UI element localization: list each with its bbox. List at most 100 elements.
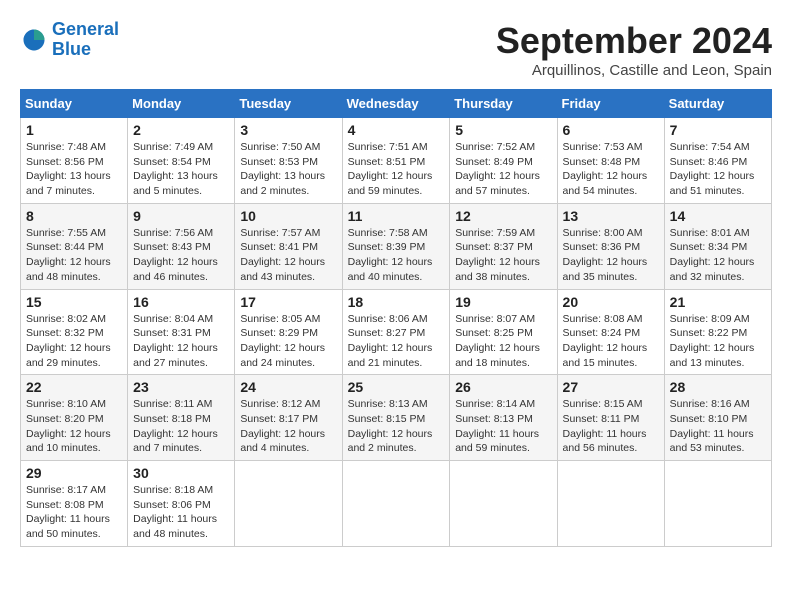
- day-number: 16: [133, 294, 229, 310]
- calendar-cell: 1 Sunrise: 7:48 AM Sunset: 8:56 PM Daylig…: [21, 118, 128, 204]
- day-header-wednesday: Wednesday: [342, 90, 450, 118]
- calendar-week-5: 29 Sunrise: 8:17 AM Sunset: 8:08 PM Dayli…: [21, 461, 772, 547]
- day-number: 23: [133, 379, 229, 395]
- day-number: 7: [670, 122, 766, 138]
- calendar-cell: 24 Sunrise: 8:12 AM Sunset: 8:17 PM Dayli…: [235, 375, 342, 461]
- calendar-cell: 22 Sunrise: 8:10 AM Sunset: 8:20 PM Dayli…: [21, 375, 128, 461]
- day-info: Sunrise: 8:16 AM Sunset: 8:10 PM Dayligh…: [670, 397, 766, 456]
- logo: General Blue: [20, 20, 119, 60]
- calendar-cell: 30 Sunrise: 8:18 AM Sunset: 8:06 PM Dayli…: [128, 461, 235, 547]
- calendar-week-4: 22 Sunrise: 8:10 AM Sunset: 8:20 PM Dayli…: [21, 375, 772, 461]
- calendar-cell: 9Sunrise: 7:56 AM Sunset: 8:43 PM Daylig…: [128, 203, 235, 289]
- day-number: 22: [26, 379, 122, 395]
- calendar-cell: 26 Sunrise: 8:14 AM Sunset: 8:13 PM Dayli…: [450, 375, 557, 461]
- day-number: 5: [455, 122, 551, 138]
- calendar-table: SundayMondayTuesdayWednesdayThursdayFrid…: [20, 89, 772, 547]
- day-number: 11: [348, 208, 445, 224]
- day-number: 30: [133, 465, 229, 481]
- day-number: 15: [26, 294, 122, 310]
- day-header-tuesday: Tuesday: [235, 90, 342, 118]
- logo-line1: General: [52, 19, 119, 39]
- calendar-cell: 19 Sunrise: 8:07 AM Sunset: 8:25 PM Dayli…: [450, 289, 557, 375]
- calendar-cell: 16Sunrise: 8:04 AM Sunset: 8:31 PM Dayli…: [128, 289, 235, 375]
- day-info: Sunrise: 7:52 AM Sunset: 8:49 PM Dayligh…: [455, 140, 551, 199]
- day-number: 4: [348, 122, 445, 138]
- location-subtitle: Arquillinos, Castille and Leon, Spain: [496, 62, 772, 79]
- calendar-cell: 11 Sunrise: 7:58 AM Sunset: 8:39 PM Dayli…: [342, 203, 450, 289]
- calendar-cell: 20 Sunrise: 8:08 AM Sunset: 8:24 PM Dayli…: [557, 289, 664, 375]
- calendar-week-2: 8 Sunrise: 7:55 AM Sunset: 8:44 PM Daylig…: [21, 203, 772, 289]
- month-title: September 2024: [496, 20, 772, 62]
- day-number: 20: [563, 294, 659, 310]
- day-number: 10: [240, 208, 336, 224]
- calendar-cell: [450, 461, 557, 547]
- calendar-cell: 6Sunrise: 7:53 AM Sunset: 8:48 PM Daylig…: [557, 118, 664, 204]
- day-number: 1: [26, 122, 122, 138]
- day-number: 17: [240, 294, 336, 310]
- day-info: Sunrise: 7:56 AM Sunset: 8:43 PM Dayligh…: [133, 226, 229, 285]
- day-info: Sunrise: 7:49 AM Sunset: 8:54 PM Dayligh…: [133, 140, 229, 199]
- calendar-cell: 25 Sunrise: 8:13 AM Sunset: 8:15 PM Dayli…: [342, 375, 450, 461]
- calendar-cell: 29 Sunrise: 8:17 AM Sunset: 8:08 PM Dayli…: [21, 461, 128, 547]
- day-info: Sunrise: 8:17 AM Sunset: 8:08 PM Dayligh…: [26, 483, 122, 542]
- day-info: Sunrise: 8:02 AM Sunset: 8:32 PM Dayligh…: [26, 312, 122, 371]
- day-header-friday: Friday: [557, 90, 664, 118]
- calendar-cell: 7 Sunrise: 7:54 AM Sunset: 8:46 PM Daylig…: [664, 118, 771, 204]
- calendar-cell: 8 Sunrise: 7:55 AM Sunset: 8:44 PM Daylig…: [21, 203, 128, 289]
- day-header-thursday: Thursday: [450, 90, 557, 118]
- day-info: Sunrise: 8:08 AM Sunset: 8:24 PM Dayligh…: [563, 312, 659, 371]
- day-info: Sunrise: 8:12 AM Sunset: 8:17 PM Dayligh…: [240, 397, 336, 456]
- day-number: 24: [240, 379, 336, 395]
- calendar-cell: 17 Sunrise: 8:05 AM Sunset: 8:29 PM Dayli…: [235, 289, 342, 375]
- day-info: Sunrise: 7:51 AM Sunset: 8:51 PM Dayligh…: [348, 140, 445, 199]
- day-header-sunday: Sunday: [21, 90, 128, 118]
- calendar-cell: 2Sunrise: 7:49 AM Sunset: 8:54 PM Daylig…: [128, 118, 235, 204]
- day-info: Sunrise: 8:05 AM Sunset: 8:29 PM Dayligh…: [240, 312, 336, 371]
- day-number: 3: [240, 122, 336, 138]
- day-info: Sunrise: 7:54 AM Sunset: 8:46 PM Dayligh…: [670, 140, 766, 199]
- calendar-cell: 5 Sunrise: 7:52 AM Sunset: 8:49 PM Daylig…: [450, 118, 557, 204]
- day-info: Sunrise: 8:15 AM Sunset: 8:11 PM Dayligh…: [563, 397, 659, 456]
- calendar-cell: 4 Sunrise: 7:51 AM Sunset: 8:51 PM Daylig…: [342, 118, 450, 204]
- day-info: Sunrise: 7:50 AM Sunset: 8:53 PM Dayligh…: [240, 140, 336, 199]
- calendar-cell: 13Sunrise: 8:00 AM Sunset: 8:36 PM Dayli…: [557, 203, 664, 289]
- calendar-cell: [235, 461, 342, 547]
- day-info: Sunrise: 8:18 AM Sunset: 8:06 PM Dayligh…: [133, 483, 229, 542]
- calendar-cell: [342, 461, 450, 547]
- day-info: Sunrise: 8:06 AM Sunset: 8:27 PM Dayligh…: [348, 312, 445, 371]
- day-number: 18: [348, 294, 445, 310]
- calendar-cell: 18 Sunrise: 8:06 AM Sunset: 8:27 PM Dayli…: [342, 289, 450, 375]
- calendar-cell: 27Sunrise: 8:15 AM Sunset: 8:11 PM Dayli…: [557, 375, 664, 461]
- day-info: Sunrise: 8:10 AM Sunset: 8:20 PM Dayligh…: [26, 397, 122, 456]
- calendar-cell: [557, 461, 664, 547]
- day-info: Sunrise: 7:48 AM Sunset: 8:56 PM Dayligh…: [26, 140, 122, 199]
- day-number: 29: [26, 465, 122, 481]
- day-info: Sunrise: 7:57 AM Sunset: 8:41 PM Dayligh…: [240, 226, 336, 285]
- day-header-monday: Monday: [128, 90, 235, 118]
- day-info: Sunrise: 7:55 AM Sunset: 8:44 PM Dayligh…: [26, 226, 122, 285]
- day-info: Sunrise: 8:07 AM Sunset: 8:25 PM Dayligh…: [455, 312, 551, 371]
- calendar-cell: 14Sunrise: 8:01 AM Sunset: 8:34 PM Dayli…: [664, 203, 771, 289]
- calendar-cell: 23Sunrise: 8:11 AM Sunset: 8:18 PM Dayli…: [128, 375, 235, 461]
- day-number: 28: [670, 379, 766, 395]
- day-info: Sunrise: 7:58 AM Sunset: 8:39 PM Dayligh…: [348, 226, 445, 285]
- day-info: Sunrise: 8:09 AM Sunset: 8:22 PM Dayligh…: [670, 312, 766, 371]
- day-number: 19: [455, 294, 551, 310]
- day-number: 13: [563, 208, 659, 224]
- calendar-cell: 12Sunrise: 7:59 AM Sunset: 8:37 PM Dayli…: [450, 203, 557, 289]
- day-number: 25: [348, 379, 445, 395]
- day-info: Sunrise: 8:14 AM Sunset: 8:13 PM Dayligh…: [455, 397, 551, 456]
- day-info: Sunrise: 8:01 AM Sunset: 8:34 PM Dayligh…: [670, 226, 766, 285]
- day-number: 8: [26, 208, 122, 224]
- calendar-week-1: 1 Sunrise: 7:48 AM Sunset: 8:56 PM Daylig…: [21, 118, 772, 204]
- day-info: Sunrise: 7:53 AM Sunset: 8:48 PM Dayligh…: [563, 140, 659, 199]
- day-number: 26: [455, 379, 551, 395]
- calendar-cell: 15 Sunrise: 8:02 AM Sunset: 8:32 PM Dayli…: [21, 289, 128, 375]
- day-info: Sunrise: 7:59 AM Sunset: 8:37 PM Dayligh…: [455, 226, 551, 285]
- title-block: September 2024 Arquillinos, Castille and…: [496, 20, 772, 79]
- calendar-cell: 28 Sunrise: 8:16 AM Sunset: 8:10 PM Dayli…: [664, 375, 771, 461]
- calendar-cell: [664, 461, 771, 547]
- calendar-week-3: 15 Sunrise: 8:02 AM Sunset: 8:32 PM Dayli…: [21, 289, 772, 375]
- calendar-cell: 3 Sunrise: 7:50 AM Sunset: 8:53 PM Daylig…: [235, 118, 342, 204]
- day-info: Sunrise: 8:13 AM Sunset: 8:15 PM Dayligh…: [348, 397, 445, 456]
